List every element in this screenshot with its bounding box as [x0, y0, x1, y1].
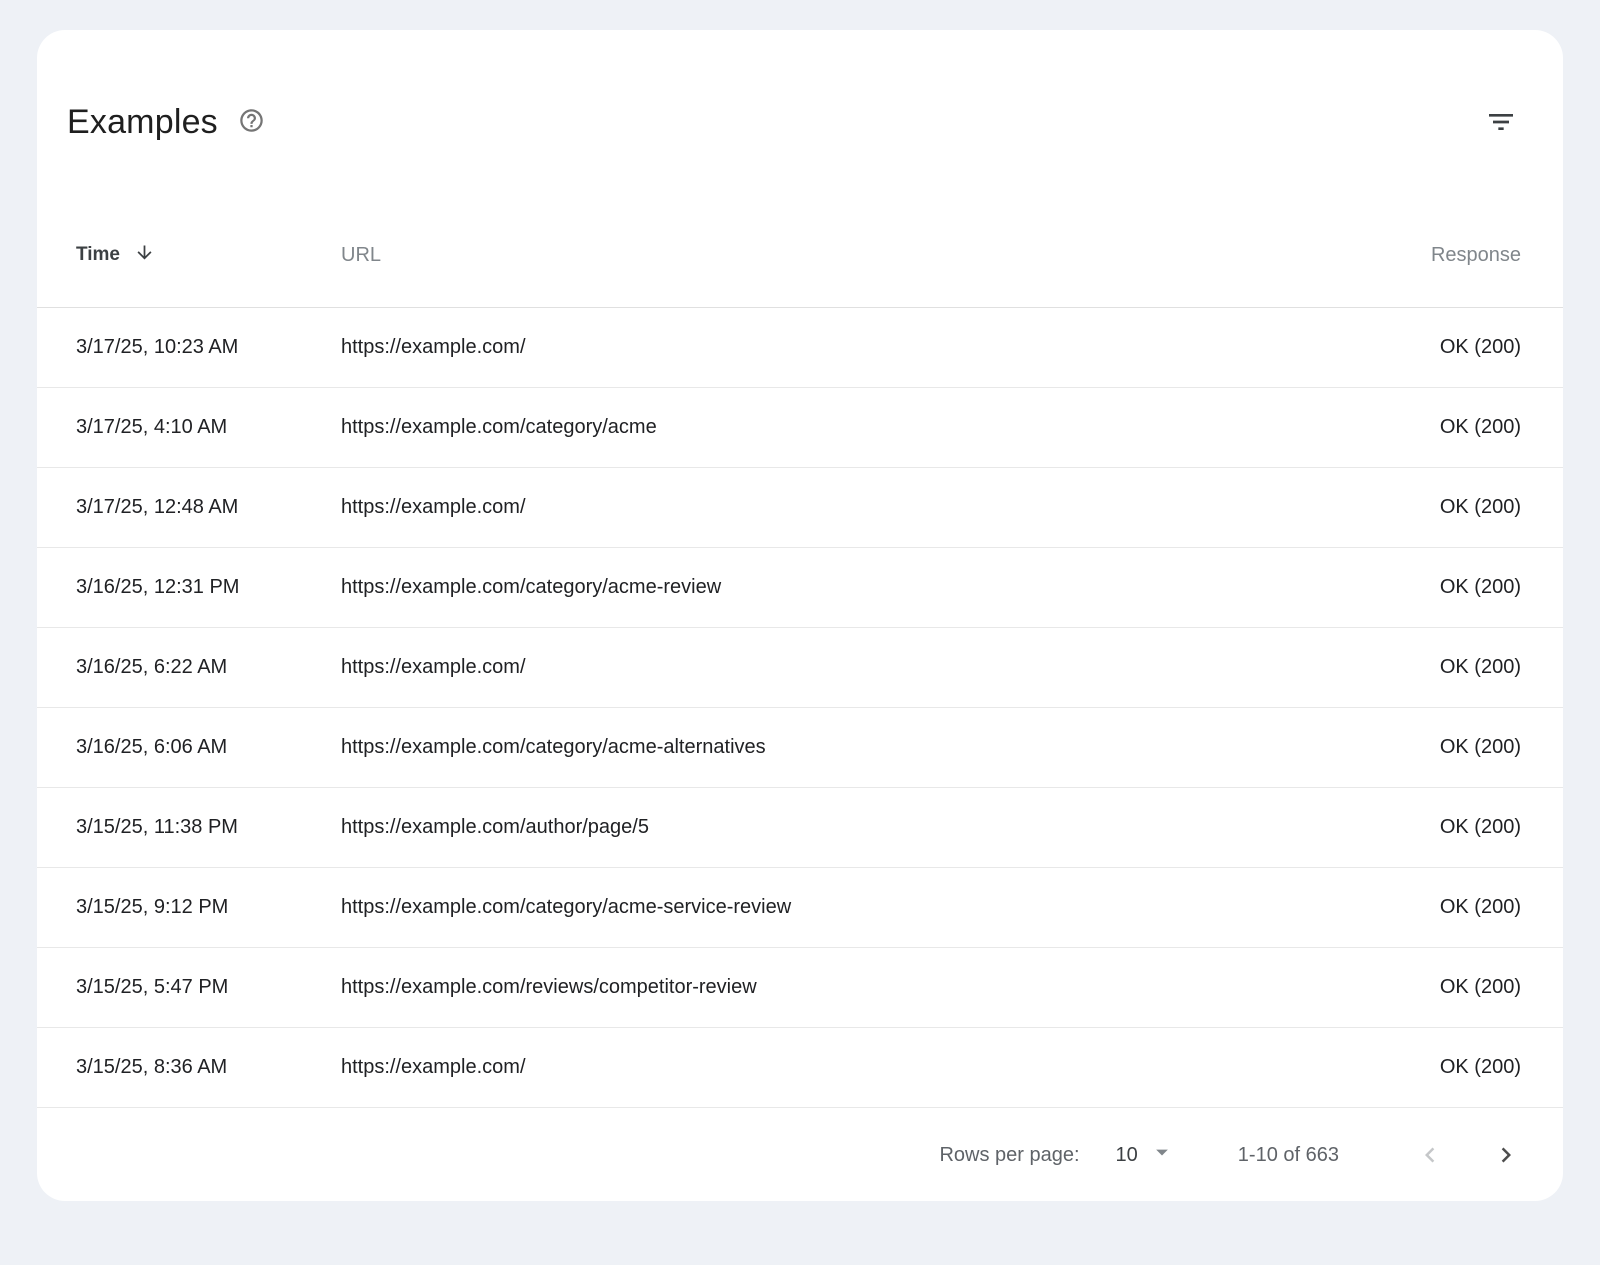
cell-response: OK (200): [1341, 816, 1521, 839]
table-row: 3/17/25, 12:48 AM https://example.com/ O…: [37, 468, 1563, 548]
help-circle-icon: [238, 107, 265, 137]
cell-time: 3/16/25, 6:22 AM: [76, 656, 341, 679]
cell-response: OK (200): [1341, 896, 1521, 919]
table-row: 3/15/25, 11:38 PM https://example.com/au…: [37, 788, 1563, 868]
cell-url: https://example.com/author/page/5: [341, 816, 1341, 839]
cell-response: OK (200): [1341, 736, 1521, 759]
cell-time: 3/17/25, 12:48 AM: [76, 496, 341, 519]
cell-time: 3/17/25, 4:10 AM: [76, 416, 341, 439]
table-row: 3/16/25, 6:22 AM https://example.com/ OK…: [37, 628, 1563, 708]
rows-per-page-select[interactable]: 10: [1116, 1138, 1176, 1172]
help-button[interactable]: [238, 107, 265, 137]
table-row: 3/15/25, 9:12 PM https://example.com/cat…: [37, 868, 1563, 948]
cell-url: https://example.com/: [341, 656, 1341, 679]
card-header: Examples: [37, 30, 1563, 144]
pagination-range-label: 1-10 of 663: [1238, 1144, 1339, 1167]
chevron-right-icon: [1491, 1140, 1521, 1170]
cell-response: OK (200): [1341, 416, 1521, 439]
cell-url: https://example.com/category/acme-review: [341, 576, 1341, 599]
cell-url: https://example.com/category/acme: [341, 416, 1341, 439]
cell-url: https://example.com/category/acme-altern…: [341, 736, 1341, 759]
cell-time: 3/15/25, 9:12 PM: [76, 896, 341, 919]
cell-url: https://example.com/: [341, 496, 1341, 519]
cell-time: 3/15/25, 5:47 PM: [76, 976, 341, 999]
cell-url: https://example.com/: [341, 1056, 1341, 1079]
prev-page-button[interactable]: [1415, 1140, 1445, 1170]
cell-time: 3/16/25, 6:06 AM: [76, 736, 341, 759]
table-row: 3/16/25, 6:06 AM https://example.com/cat…: [37, 708, 1563, 788]
next-page-button[interactable]: [1491, 1140, 1521, 1170]
table-footer: Rows per page: 10 1-10 of 663: [37, 1109, 1563, 1201]
table-row: 3/16/25, 12:31 PM https://example.com/ca…: [37, 548, 1563, 628]
cell-response: OK (200): [1341, 976, 1521, 999]
cell-response: OK (200): [1341, 576, 1521, 599]
arrow-down-icon: [134, 242, 155, 269]
table-header-row: Time URL Response: [37, 227, 1563, 308]
cell-url: https://example.com/: [341, 336, 1341, 359]
examples-table: Time URL Response 3/17/25, 10:23 AM http…: [37, 144, 1563, 1109]
title-wrap: Examples: [67, 100, 265, 144]
column-header-url[interactable]: URL: [341, 244, 1341, 267]
examples-card: Examples Time: [37, 30, 1563, 1201]
rows-per-page-value: 10: [1116, 1144, 1138, 1167]
cell-response: OK (200): [1341, 1056, 1521, 1079]
chevron-left-icon: [1415, 1140, 1445, 1170]
cell-response: OK (200): [1341, 336, 1521, 359]
column-header-response[interactable]: Response: [1341, 244, 1521, 267]
cell-url: https://example.com/category/acme-servic…: [341, 896, 1341, 919]
cell-time: 3/16/25, 12:31 PM: [76, 576, 341, 599]
cell-url: https://example.com/reviews/competitor-r…: [341, 976, 1341, 999]
table-row: 3/15/25, 5:47 PM https://example.com/rev…: [37, 948, 1563, 1028]
cell-time: 3/15/25, 8:36 AM: [76, 1056, 341, 1079]
cell-response: OK (200): [1341, 656, 1521, 679]
column-header-time[interactable]: Time: [76, 242, 341, 269]
filter-button[interactable]: [1485, 106, 1517, 141]
table-row: 3/17/25, 4:10 AM https://example.com/cat…: [37, 388, 1563, 468]
page-title: Examples: [67, 100, 218, 144]
pager-nav: [1415, 1140, 1521, 1170]
rows-per-page-label: Rows per page:: [939, 1144, 1079, 1167]
cell-time: 3/15/25, 11:38 PM: [76, 816, 341, 839]
cell-response: OK (200): [1341, 496, 1521, 519]
filter-list-icon: [1485, 106, 1517, 141]
column-header-time-label: Time: [76, 244, 120, 266]
dropdown-arrow-icon: [1148, 1138, 1176, 1172]
table-row: 3/15/25, 8:36 AM https://example.com/ OK…: [37, 1028, 1563, 1108]
table-row: 3/17/25, 10:23 AM https://example.com/ O…: [37, 308, 1563, 388]
cell-time: 3/17/25, 10:23 AM: [76, 336, 341, 359]
